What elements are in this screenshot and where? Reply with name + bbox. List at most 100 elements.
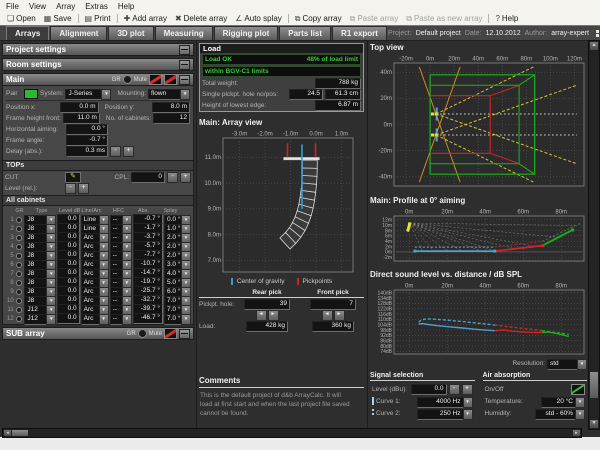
cabinet-gr-radio[interactable] — [15, 217, 24, 223]
sub-mute-checkbox[interactable] — [164, 328, 177, 339]
level-dbu-decrement-button[interactable]: - — [449, 384, 460, 395]
cpl-increment-button[interactable]: + — [180, 172, 191, 183]
cabinet-linearc-select[interactable]: Line▼ — [81, 215, 109, 224]
cabinet-splay-select[interactable]: 7.0 °▼ — [164, 314, 191, 323]
cabinet-hfc-select[interactable]: --▼ — [110, 269, 132, 278]
cabinet-splay-select[interactable]: 2.0 °▼ — [164, 251, 191, 260]
tab-parts-list[interactable]: Parts list — [279, 26, 331, 40]
cabinet-type-select[interactable]: J8▼ — [24, 296, 56, 305]
cabinet-hfc-select[interactable]: --▼ — [110, 251, 132, 260]
front-pick-hole-field[interactable]: 7 — [310, 299, 356, 310]
cpl-field[interactable]: 0 — [131, 172, 165, 183]
frame-angle-field[interactable]: -0.7 ° — [66, 135, 108, 146]
main-array-header[interactable]: Main GR Mute — [2, 73, 194, 86]
cabinet-splay-select[interactable]: 1.0 °▼ — [164, 224, 191, 233]
cabinet-splay-select[interactable]: 2.0 °▼ — [164, 233, 191, 242]
toolbar-help-button[interactable]: ?Help — [491, 13, 522, 25]
toolbar-copy-array-button[interactable]: ⧉Copy array — [291, 13, 346, 25]
cabinet-type-select[interactable]: J8▼ — [24, 242, 56, 251]
position-x-field[interactable]: 0.0 m — [60, 102, 98, 113]
pair-color-swatch[interactable] — [24, 89, 38, 99]
scroll-down-icon[interactable]: ▼ — [589, 419, 599, 429]
frame-height-front-field[interactable]: 11.0 m — [63, 113, 100, 124]
vertical-scrollbar[interactable]: ▲ ▼ — [588, 40, 600, 430]
cabinet-gr-radio[interactable] — [15, 289, 24, 295]
cabinet-gr-radio[interactable] — [15, 316, 24, 322]
cabinet-hfc-select[interactable]: --▼ — [110, 233, 132, 242]
sub-array-header[interactable]: SUB array GR Mute — [2, 327, 194, 340]
pickpoint-hole-number-field[interactable]: 24.5 — [289, 89, 323, 100]
menu-view[interactable]: View — [29, 2, 46, 11]
air-onoff-checkbox[interactable] — [571, 384, 585, 395]
delay-abs-increment-button[interactable]: + — [123, 146, 134, 157]
cabinet-gr-radio[interactable] — [15, 226, 24, 232]
cabinet-gr-radio[interactable] — [15, 244, 24, 250]
cabinet-gr-radio[interactable] — [15, 262, 24, 268]
cabinet-splay-select[interactable]: 0.0 °▼ — [164, 215, 191, 224]
cabinet-gr-radio[interactable] — [15, 235, 24, 241]
cabinet-type-select[interactable]: J8▼ — [24, 251, 56, 260]
project-settings-collapse-button[interactable] — [179, 45, 190, 55]
tab-r1-export[interactable]: R1 export — [332, 26, 387, 40]
horizontal-scroll-thumb[interactable] — [11, 429, 29, 437]
cabinet-splay-select[interactable]: 2.0 °▼ — [164, 242, 191, 251]
cabinet-hfc-select[interactable]: --▼ — [110, 314, 132, 323]
main-gr-radio[interactable] — [123, 75, 132, 84]
cabinet-type-select[interactable]: J8▼ — [24, 224, 56, 233]
toolbar-print-button[interactable]: ▤Print — [81, 13, 115, 25]
no-of-cabinets-field[interactable]: 12 — [153, 113, 190, 124]
cabinet-splay-select[interactable]: 7.0 °▼ — [164, 296, 191, 305]
cabinet-abs-angle-field[interactable]: -46.7 ° — [133, 313, 163, 324]
cabinet-type-select[interactable]: J8▼ — [24, 278, 56, 287]
cabinet-type-select[interactable]: J8▼ — [24, 233, 56, 242]
cabinet-splay-select[interactable]: 4.0 °▼ — [164, 269, 191, 278]
cabinet-hfc-select[interactable]: --▼ — [110, 224, 132, 233]
menu-extras[interactable]: Extras — [85, 2, 108, 11]
top-view-chart[interactable]: -20m0m20m40m60m80m100m120m40m20m0m-20m-4… — [370, 54, 588, 190]
toolbar-add-array-button[interactable]: ✚Add array — [120, 13, 171, 25]
rear-pick-left-button[interactable]: ◄ — [256, 310, 267, 321]
main-collapse-button[interactable] — [179, 75, 190, 85]
cabinet-linearc-select[interactable]: Arc▼ — [81, 233, 109, 242]
project-settings-header[interactable]: Project settings — [2, 43, 194, 56]
cabinet-gr-radio[interactable] — [15, 307, 24, 313]
menu-help[interactable]: Help — [118, 2, 134, 11]
room-settings-collapse-button[interactable] — [179, 60, 190, 70]
cabinet-hfc-select[interactable]: --▼ — [110, 278, 132, 287]
vertical-scroll-thumb[interactable] — [589, 371, 599, 399]
horizontal-aiming-field[interactable]: 0.0 ° — [66, 124, 108, 135]
cabinet-gr-radio[interactable] — [15, 253, 24, 259]
cabinet-type-select[interactable]: J12▼ — [24, 305, 56, 314]
resolution-select[interactable]: std ▼ — [547, 359, 587, 368]
cabinet-gr-radio[interactable] — [15, 280, 24, 286]
tab-measuring[interactable]: Measuring — [155, 26, 213, 40]
cabinet-linearc-select[interactable]: Arc▼ — [81, 314, 109, 323]
array-view-chart[interactable]: -3.0m-2.0m-1.0m0.0m1.0m11.0m10.0m9.0m8.0… — [199, 129, 359, 276]
main-mute-left-checkbox[interactable] — [149, 74, 162, 85]
sub-collapse-button[interactable] — [179, 329, 190, 339]
delay-abs-field[interactable]: 0.3 ms — [66, 146, 108, 157]
cabinet-hfc-select[interactable]: --▼ — [110, 287, 132, 296]
cabinet-linearc-select[interactable]: Arc▼ — [81, 278, 109, 287]
menu-array[interactable]: Array — [56, 2, 75, 11]
cabinet-hfc-select[interactable]: --▼ — [110, 260, 132, 269]
cabinet-hfc-select[interactable]: --▼ — [110, 296, 132, 305]
toolbar-delete-array-button[interactable]: ✖Delete array — [171, 13, 231, 25]
cabinet-linearc-select[interactable]: Arc▼ — [81, 242, 109, 251]
cabinet-hfc-select[interactable]: --▼ — [110, 215, 132, 224]
cabinet-type-select[interactable]: J12▼ — [24, 314, 56, 323]
cabinet-type-select[interactable]: J8▼ — [24, 215, 56, 224]
comments-text[interactable]: This is the default project of d&b Array… — [200, 391, 352, 418]
cabinet-type-select[interactable]: J8▼ — [24, 287, 56, 296]
menu-file[interactable]: File — [6, 2, 19, 11]
cabinet-linearc-select[interactable]: Arc▼ — [81, 296, 109, 305]
cabinet-linearc-select[interactable]: Arc▼ — [81, 251, 109, 260]
cabinet-splay-select[interactable]: 6.0 °▼ — [164, 287, 191, 296]
sub-gr-radio[interactable] — [138, 329, 147, 338]
front-pick-left-button[interactable]: ◄ — [322, 310, 333, 321]
cabinet-linearc-select[interactable]: Arc▼ — [81, 269, 109, 278]
cut-edit-checkbox[interactable]: ✎ — [65, 172, 81, 183]
tab-3d-plot[interactable]: 3D plot — [108, 26, 153, 40]
tab-alignment[interactable]: Alignment — [50, 26, 107, 40]
cabinet-gr-radio[interactable] — [15, 271, 24, 277]
